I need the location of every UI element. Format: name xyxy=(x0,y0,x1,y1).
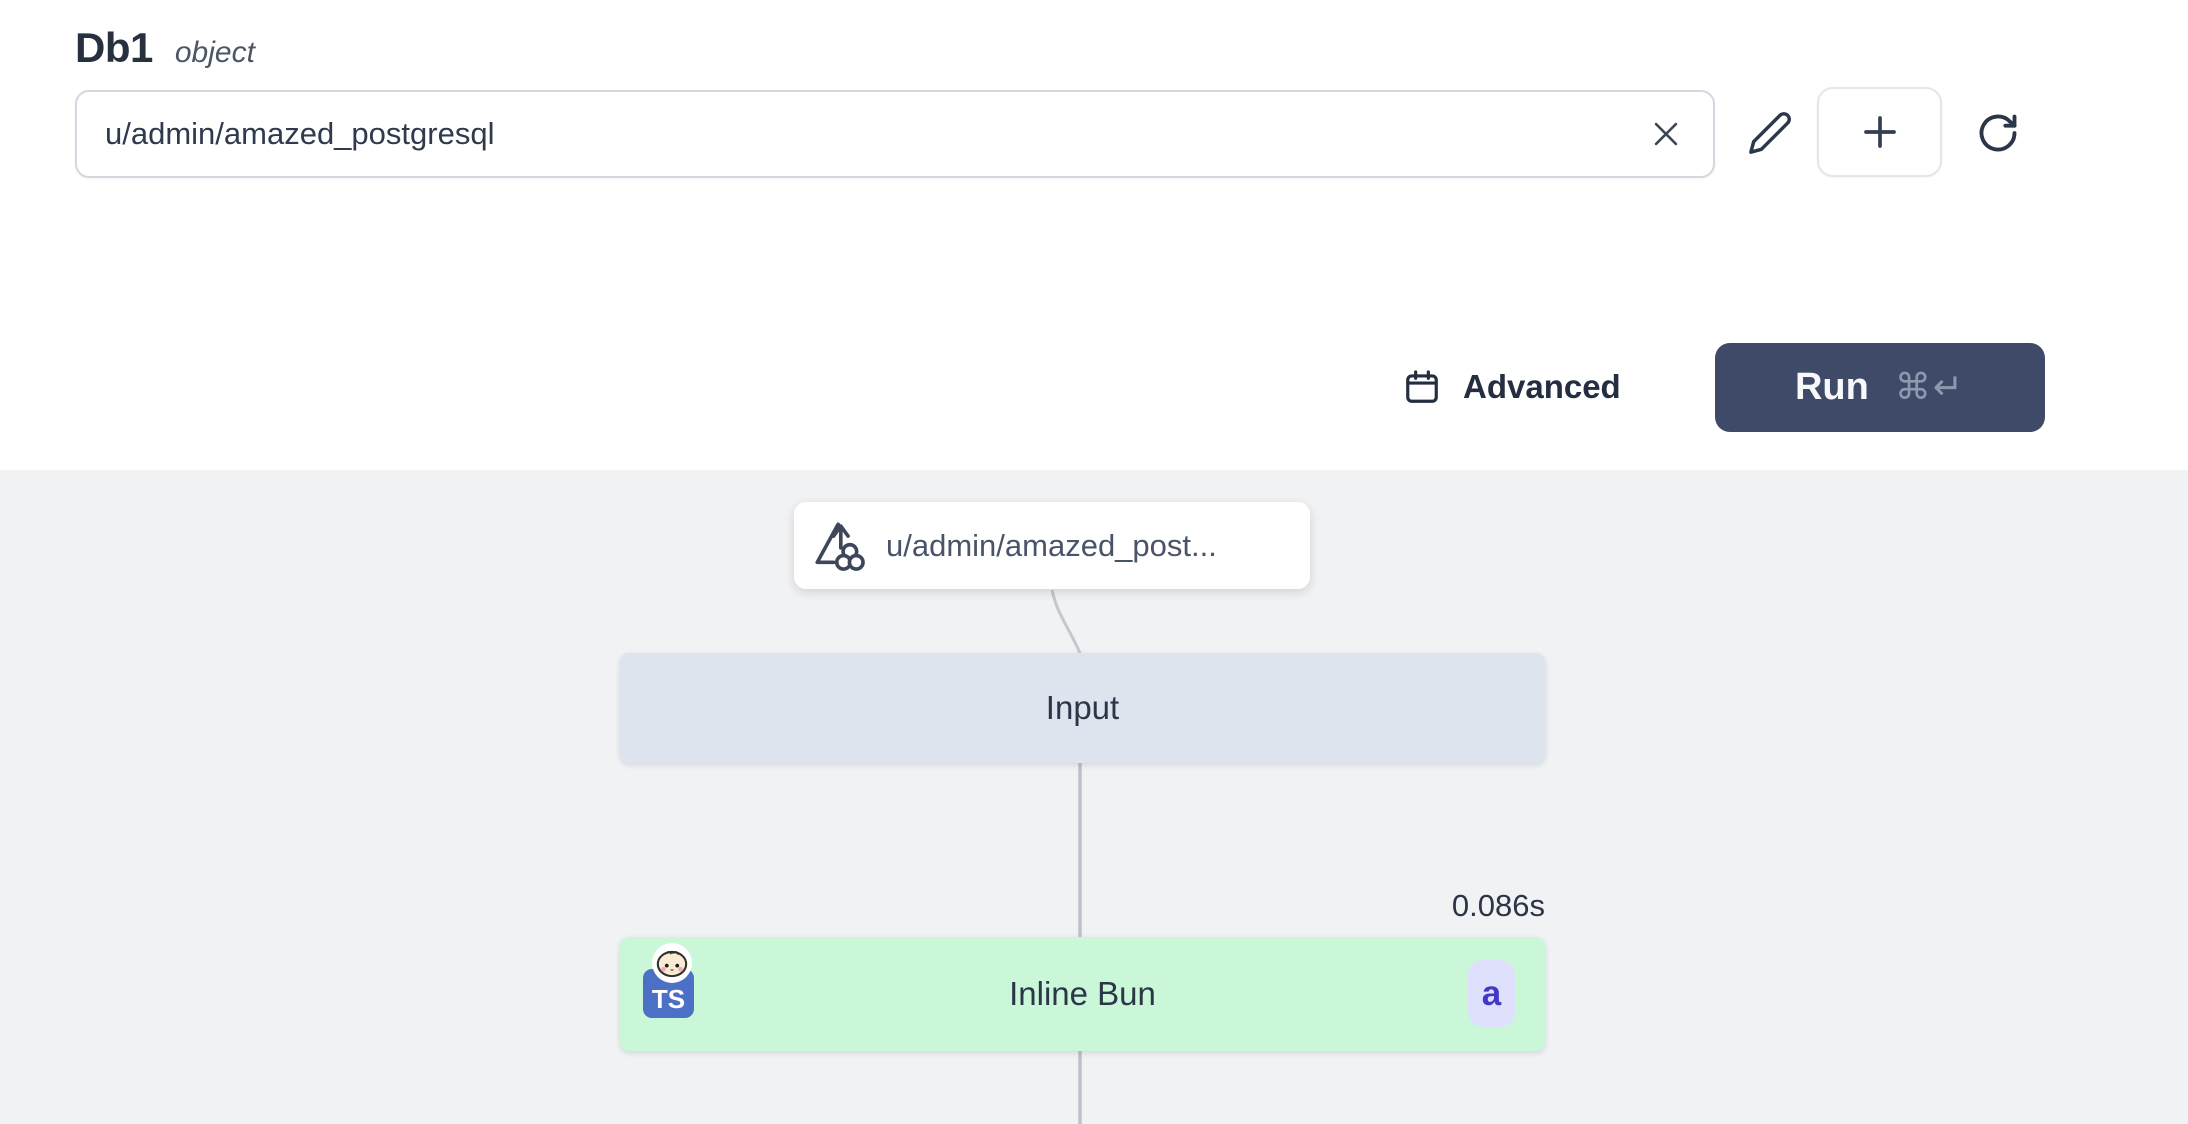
flow-node-inline-bun[interactable]: TS Inline Bun a xyxy=(620,937,1545,1051)
run-button[interactable]: Run ⌘↵ xyxy=(1715,343,2045,432)
advanced-label: Advanced xyxy=(1463,368,1621,406)
input-node-label: Input xyxy=(1046,689,1119,727)
flow-editor-page: Db1 object xyxy=(0,0,2188,1124)
close-icon xyxy=(1649,117,1683,151)
schema-form-section: Db1 object xyxy=(0,0,2188,470)
step-duration: 0.086s xyxy=(1245,888,1545,924)
actions-row: Advanced Run ⌘↵ xyxy=(0,343,2188,433)
resource-input-row xyxy=(0,87,2188,179)
field-type-label: object xyxy=(175,36,255,70)
clear-input-button[interactable] xyxy=(1643,111,1689,157)
bun-icon xyxy=(651,942,693,984)
plus-icon xyxy=(1859,111,1901,153)
calendar-icon xyxy=(1403,368,1441,406)
run-label: Run xyxy=(1795,366,1869,409)
flow-graph-canvas[interactable]: u/admin/amazed_post... Input 0.086s TS xyxy=(0,470,2188,1124)
refresh-icon xyxy=(1976,111,2020,155)
pencil-icon xyxy=(1747,110,1793,156)
output-variable-badge[interactable]: a xyxy=(1468,960,1515,1027)
refresh-resources-button[interactable] xyxy=(1964,100,2032,166)
run-shortcut-hint: ⌘↵ xyxy=(1895,367,1965,408)
field-label-row: Db1 object xyxy=(75,24,255,72)
resource-chip-label: u/admin/amazed_post... xyxy=(886,528,1217,564)
resource-schema-icon xyxy=(810,517,868,575)
edit-resource-button[interactable] xyxy=(1738,100,1802,166)
flow-node-input[interactable]: Input xyxy=(620,653,1545,763)
resource-path-input[interactable] xyxy=(75,90,1715,178)
field-title: Db1 xyxy=(75,24,153,72)
resource-input-wrap xyxy=(75,90,1715,178)
add-resource-button[interactable] xyxy=(1817,87,1942,177)
advanced-button[interactable]: Advanced xyxy=(1403,343,1621,431)
resource-chip[interactable]: u/admin/amazed_post... xyxy=(794,502,1310,589)
bun-node-label: Inline Bun xyxy=(1009,975,1156,1013)
